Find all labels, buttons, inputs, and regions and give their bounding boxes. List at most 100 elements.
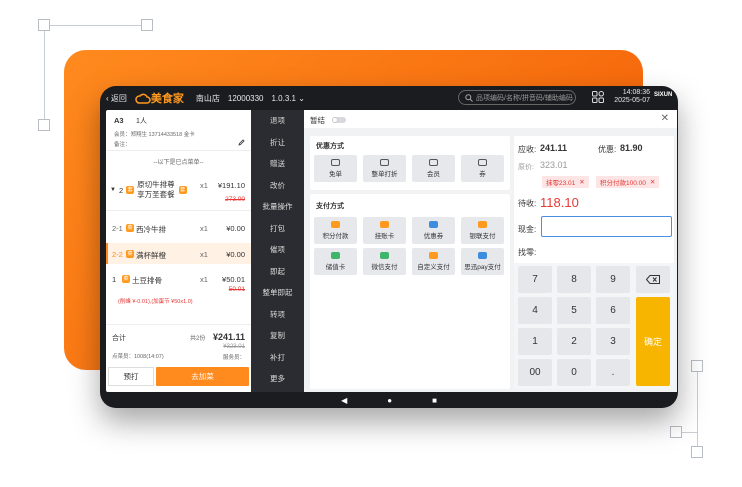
edit-icon[interactable]	[238, 139, 245, 146]
item-original-price: 273.00	[225, 196, 245, 203]
nav-back-icon[interactable]: ◀	[341, 396, 347, 405]
hold-toggle[interactable]	[332, 117, 346, 123]
menu-item[interactable]: 批量操作	[251, 196, 304, 218]
discount-button[interactable]: 免单	[314, 155, 357, 182]
store-name: 南山店	[195, 93, 220, 103]
keypad-key[interactable]: 0	[557, 359, 591, 386]
payment-button[interactable]: 积分付款	[314, 217, 357, 244]
payment-button[interactable]: 优惠券	[412, 217, 455, 244]
discount-icon	[478, 159, 487, 166]
payment-label: 积分付款	[322, 233, 349, 240]
payment-icon	[380, 221, 389, 228]
item-name-line2: 享万圣套餐	[137, 190, 175, 199]
due-label: 应收:	[518, 145, 537, 154]
change-label: 找零:	[518, 248, 537, 257]
decor-line	[697, 366, 698, 452]
table-number: A3	[114, 116, 124, 125]
keypad-key[interactable]: 6	[596, 297, 630, 324]
nav-home-icon[interactable]: ●	[387, 396, 392, 405]
menu-item[interactable]: 催项	[251, 239, 304, 261]
discount-icon	[331, 159, 340, 166]
menu-item[interactable]: 退项	[251, 110, 304, 132]
discount-button[interactable]: 会员	[412, 155, 455, 182]
payment-button[interactable]: 挂账卡	[363, 217, 406, 244]
brand-logo: SIXUN	[654, 92, 672, 98]
preprint-button[interactable]: 预打	[108, 367, 154, 386]
keypad-key[interactable]: .	[596, 359, 630, 386]
keypad-key[interactable]: 2	[557, 328, 591, 355]
people-count: 1人	[136, 118, 147, 125]
menu-item[interactable]: 打包	[251, 218, 304, 240]
close-icon[interactable]: ✕	[579, 178, 584, 186]
pending-amount: 118.10	[540, 195, 579, 210]
item-index: 2-1	[112, 224, 123, 233]
confirm-button[interactable]: 确定	[636, 297, 670, 386]
discount-label: 券	[479, 171, 486, 178]
payment-button[interactable]: 思迅pay支付	[461, 248, 504, 275]
keypad-key[interactable]: 4	[518, 297, 552, 324]
payment-header	[304, 110, 677, 128]
remark-label: 备注：	[114, 142, 131, 148]
keypad-key[interactable]: 5	[557, 297, 591, 324]
keypad-key[interactable]: 1	[518, 328, 552, 355]
original-label: 原价:	[518, 164, 534, 171]
item-original-price: 50.01	[228, 286, 245, 293]
discount-label: 优惠:	[598, 145, 617, 154]
menu-item[interactable]: 整单即起	[251, 282, 304, 304]
clock: 14:08:36 2025-05-07	[610, 89, 650, 105]
payment-button[interactable]: 微信支付	[363, 248, 406, 275]
keypad-key[interactable]: 00	[518, 359, 552, 386]
action-menu: 退项 折让 赠送 改价 批量操作 打包 催项 即起 整单即起 转项 复制 补打 更多	[251, 110, 304, 392]
payment-button[interactable]: 自定义支付	[412, 248, 455, 275]
menu-item[interactable]: 即起	[251, 261, 304, 283]
menu-item[interactable]: 赠送	[251, 153, 304, 175]
decor-box	[38, 119, 50, 131]
nav-recent-icon[interactable]: ■	[432, 396, 437, 405]
payment-icon	[380, 252, 389, 259]
discount-icon	[380, 159, 389, 166]
apps-grid-icon[interactable]	[592, 91, 604, 103]
payment-icon	[478, 221, 487, 228]
dish-badge-icon: 菜	[126, 224, 134, 232]
due-amount: 241.11	[540, 143, 568, 153]
menu-item[interactable]: 改价	[251, 175, 304, 197]
hold-label: 暂结	[310, 116, 325, 125]
keypad-key[interactable]: 9	[596, 266, 630, 293]
search-input[interactable]: 品项编码/名称/拼音码/辅助编码	[458, 90, 576, 105]
pos-device: ‹ 返回 美食家 南山店 12000330 1.0.3.1 ⌄ 品项编码/名称/…	[100, 86, 678, 408]
dish-badge-icon: 菜	[122, 275, 130, 283]
payment-button[interactable]: 银联支付	[461, 217, 504, 244]
expand-icon[interactable]: ▼	[110, 187, 116, 193]
menu-item[interactable]: 更多	[251, 368, 304, 390]
item-name: 满杯鲜橙	[136, 251, 166, 260]
item-price: ¥191.10	[217, 181, 245, 190]
menu-item[interactable]: 转项	[251, 304, 304, 326]
discount-label: 整单打折	[371, 171, 398, 178]
menu-item[interactable]: 折让	[251, 132, 304, 154]
payment-icon	[478, 252, 487, 259]
version-select[interactable]: 1.0.3.1 ⌄	[271, 94, 304, 103]
keypad-key[interactable]: 8	[557, 266, 591, 293]
backspace-key[interactable]	[636, 266, 670, 293]
discount-button[interactable]: 券	[461, 155, 504, 182]
cash-input[interactable]	[541, 216, 672, 237]
backspace-icon	[646, 275, 660, 284]
add-dish-button[interactable]: 去加菜	[156, 367, 249, 386]
keypad-key[interactable]: 3	[596, 328, 630, 355]
back-button[interactable]: ‹ 返回	[106, 93, 127, 104]
total-amount: ¥241.11	[212, 332, 245, 342]
payment-label: 微信支付	[371, 264, 398, 271]
payment-icon	[331, 221, 340, 228]
discount-button[interactable]: 整单打折	[363, 155, 406, 182]
item-price: ¥0.00	[226, 224, 245, 233]
payment-button[interactable]: 储值卡	[314, 248, 357, 275]
item-qty: x1	[200, 250, 208, 259]
menu-item[interactable]: 补打	[251, 347, 304, 369]
close-icon[interactable]: ✕	[650, 178, 655, 186]
clock-time: 14:08:36	[622, 89, 650, 96]
keypad-key[interactable]: 7	[518, 266, 552, 293]
close-icon[interactable]: ✕	[661, 113, 669, 124]
version-label: 1.0.3.1	[271, 93, 296, 103]
waiter-label: 服务员：	[222, 355, 245, 361]
menu-item[interactable]: 复制	[251, 325, 304, 347]
